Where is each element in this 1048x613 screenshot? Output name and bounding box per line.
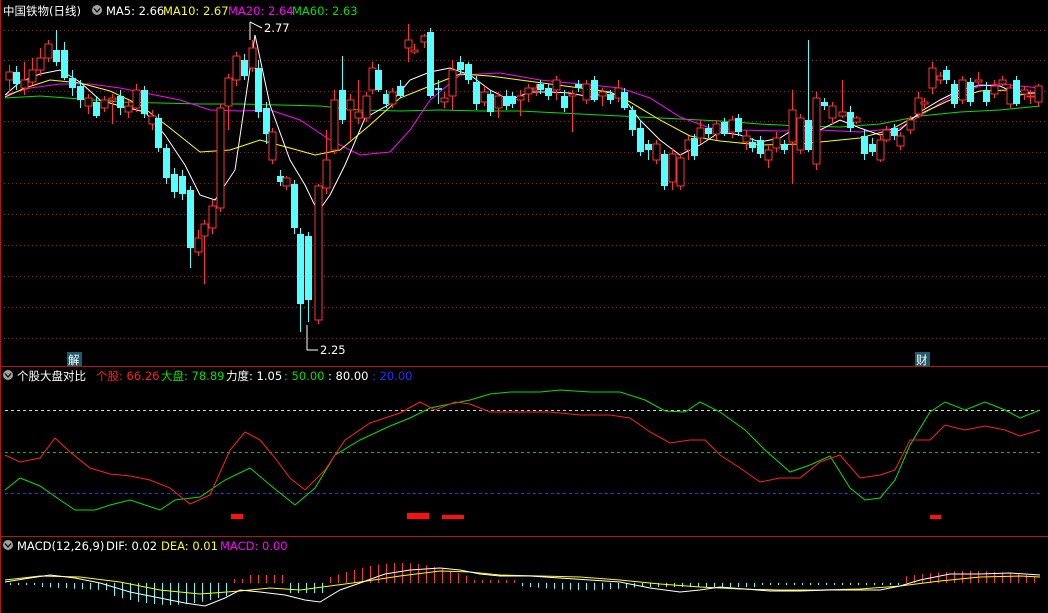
- settings-icon[interactable]: [92, 5, 102, 15]
- macd-label: MACD: 0.00: [220, 539, 288, 553]
- market-value-label: 大盘: 78.89: [161, 369, 224, 383]
- macd-panel: MACD(12,26,9) DIF: 0.02 DEA: 0.01 MACD: …: [3, 539, 1041, 607]
- event-marker-finance-text: 财: [916, 353, 928, 367]
- signal-bars: [231, 513, 941, 519]
- level-20-label: : 20.00: [372, 369, 412, 383]
- ma20-label: MA20: 2.64: [228, 4, 294, 18]
- event-marker-unlock[interactable]: 解: [67, 352, 82, 367]
- candlesticks: [5, 24, 1043, 332]
- force-value-label: 力度: 1.05: [226, 369, 282, 383]
- event-marker-finance[interactable]: 财: [915, 352, 930, 367]
- indicator-settings-icon[interactable]: [3, 370, 13, 380]
- event-marker-unlock-text: 解: [68, 353, 80, 367]
- indicator-panel: 个股大盘对比 个股: 66.26 大盘: 78.89 力度: 1.05 : 50…: [3, 369, 1041, 519]
- high-price-text: 2.77: [264, 21, 290, 35]
- macd-name: MACD(12,26,9): [17, 539, 104, 553]
- main-header: 中国铁物(日线) MA5: 2.66 MA10: 2.67 MA20: 2.64…: [3, 4, 358, 18]
- indicator-name: 个股大盘对比: [17, 369, 86, 383]
- ma60-label: MA60: 2.63: [292, 4, 358, 18]
- low-marker: 2.25: [306, 325, 346, 357]
- low-price-text: 2.25: [320, 343, 346, 357]
- market-line: [4, 389, 1041, 511]
- stock-chart: 2.77 2.25 解 财 中国铁物(日线) MA5: 2.66 MA10: 2…: [0, 0, 1048, 613]
- level-50-label: : 50.00: [284, 369, 324, 383]
- dea-line: [4, 570, 1041, 595]
- dif-label: DIF: 0.02: [106, 539, 157, 553]
- stock-value-label: 个股: 66.26: [96, 369, 159, 383]
- level-80-label: : 80.00: [328, 369, 368, 383]
- ma10-label: MA10: 2.67: [163, 4, 229, 18]
- dea-label: DEA: 0.01: [161, 539, 218, 553]
- macd-settings-icon[interactable]: [3, 540, 13, 550]
- ma5-label: MA5: 2.66: [106, 4, 164, 18]
- stock-name: 中国铁物(日线): [3, 4, 81, 18]
